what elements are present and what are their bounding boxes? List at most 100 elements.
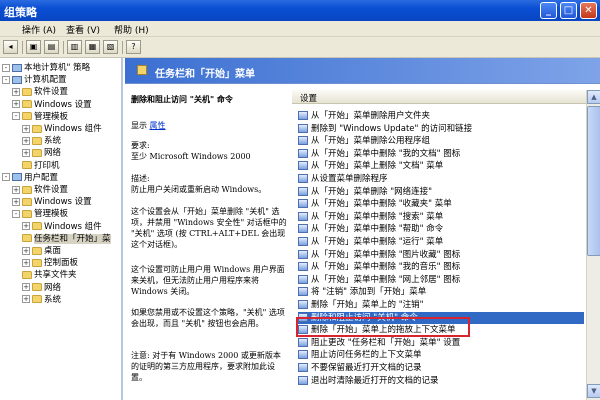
setting-row[interactable]: 从「开始」菜单删除用户文件夹	[298, 110, 584, 122]
back-icon[interactable]: ◂	[3, 40, 18, 54]
tree-item[interactable]: 打印机	[22, 160, 60, 172]
setting-row[interactable]: 从「开始」菜单中删除 "图片收藏" 图标	[298, 249, 584, 261]
tree-item[interactable]: + 网络	[22, 147, 61, 159]
expand-icon[interactable]: +	[22, 136, 30, 145]
policy-setting-icon	[298, 186, 308, 196]
setting-label: 将 "注销" 添加到「开始」菜单	[311, 287, 427, 298]
setting-row[interactable]: 从「开始」菜单上删除 "文档" 菜单	[298, 160, 584, 172]
tree-item[interactable]: + 系统	[22, 294, 61, 306]
tree-item[interactable]: 共享文件夹	[22, 269, 77, 281]
toolbar-separator	[63, 41, 64, 54]
properties-icon[interactable]: ▥	[67, 40, 82, 54]
scroll-up-icon[interactable]: ▲	[587, 90, 600, 104]
show-tree-icon[interactable]: ▤	[44, 40, 59, 54]
expand-icon[interactable]: +	[22, 246, 30, 255]
tree-item[interactable]: + 控制面板	[22, 257, 78, 269]
scroll-thumb[interactable]	[587, 106, 600, 256]
setting-row[interactable]: 从「开始」菜单中删除 "运行" 菜单	[298, 236, 584, 248]
setting-row[interactable]: 退出时清除最近打开的文档的记录	[298, 375, 584, 387]
menu-help[interactable]: 帮助 (H)	[114, 23, 149, 36]
annotation-highlight-box	[296, 317, 470, 337]
expand-icon[interactable]: +	[22, 295, 30, 304]
tree-item[interactable]: + 软件设置	[12, 184, 68, 196]
setting-label: 从「开始」菜单删除 "网络连接"	[311, 186, 433, 197]
close-button[interactable]: ✕	[580, 2, 597, 19]
setting-row[interactable]: 从「开始」菜单中删除 "我的文档" 图标	[298, 148, 584, 160]
policy-tree: - 本地计算机" 策略 - 计算机配置 + 软件设置 + Windows 设置 - 管理模板 + Wi…	[0, 58, 123, 400]
tree-item[interactable]: + Windows 设置	[12, 99, 92, 111]
setting-label: 从「开始」菜单中删除 "运行" 菜单	[311, 237, 444, 247]
policy-setting-icon	[298, 211, 308, 221]
setting-row[interactable]: 删除到 "Windows Update" 的访问和链接	[298, 123, 584, 135]
expand-icon[interactable]: +	[12, 87, 20, 96]
collapse-icon[interactable]: -	[12, 112, 20, 121]
setting-label: 从「开始」菜单中删除 "我的音乐" 图标	[311, 262, 461, 273]
setting-label: 从「开始」菜单上删除 "文档" 菜单	[311, 161, 444, 172]
list-scrollbar[interactable]: ▲ ▼	[586, 90, 600, 400]
setting-row[interactable]: 阻止访问任务栏的上下文菜单	[298, 349, 584, 361]
properties-link[interactable]: 属性	[150, 121, 166, 130]
menu-action[interactable]: 操作 (A)	[22, 23, 56, 36]
expand-icon[interactable]: +	[12, 100, 20, 109]
minimize-button[interactable]: _	[540, 2, 557, 19]
tree-item[interactable]: - 管理模板	[12, 208, 68, 220]
tree-item-label: 管理模板	[34, 209, 69, 220]
tree-item[interactable]: - 管理模板	[12, 111, 68, 123]
toolbar-separator	[122, 41, 123, 54]
tree-item[interactable]: + 软件设置	[12, 86, 68, 98]
expand-icon[interactable]: +	[22, 283, 30, 292]
tree-item-label: 打印机	[34, 160, 60, 171]
setting-row[interactable]: 从「开始」菜单中删除 "收藏夹" 菜单	[298, 198, 584, 210]
expand-icon[interactable]: +	[12, 197, 20, 206]
tree-item-label: 计算机配置	[24, 75, 67, 86]
setting-row[interactable]: 从「开始」菜单删除 "网络连接"	[298, 186, 584, 198]
setting-row[interactable]: 从设置菜单删除程序	[298, 173, 584, 185]
tree-item[interactable]: + 网络	[22, 282, 61, 294]
tree-item[interactable]: - 用户配置	[2, 172, 58, 184]
collapse-icon[interactable]: -	[12, 209, 20, 218]
folder-icon	[32, 148, 42, 157]
scroll-down-icon[interactable]: ▼	[587, 384, 600, 398]
setting-row[interactable]: 从「开始」菜单中删除 "我的音乐" 图标	[298, 261, 584, 273]
setting-row[interactable]: 从「开始」菜单删除公用程序组	[298, 135, 584, 147]
setting-row[interactable]: 阻止更改 "任务栏和「开始」菜单" 设置	[298, 337, 584, 349]
tree-item[interactable]: - 计算机配置	[2, 74, 67, 86]
tree-item-label: 控制面板	[44, 258, 79, 269]
tree-item[interactable]: + Windows 组件	[22, 221, 102, 233]
folder-icon	[22, 185, 32, 194]
export-icon[interactable]: ▧	[103, 40, 118, 54]
setting-row[interactable]: 从「开始」菜单中删除 "网上邻居" 图标	[298, 274, 584, 286]
tree-item[interactable]: + 桌面	[22, 245, 61, 257]
tree-item-label: 网络	[44, 282, 62, 293]
expand-icon[interactable]: +	[12, 185, 20, 194]
collapse-icon[interactable]: -	[2, 173, 10, 182]
refresh-icon[interactable]: ▦	[85, 40, 100, 54]
up-folder-icon[interactable]: ▣	[26, 40, 41, 54]
title-bar: 组策略 _ □ ✕	[0, 0, 600, 21]
setting-row[interactable]: 删除「开始」菜单上的 "注销"	[298, 299, 584, 311]
tree-item[interactable]: + Windows 组件	[22, 123, 102, 135]
expand-icon[interactable]: +	[22, 222, 30, 231]
help-icon[interactable]: ?	[126, 40, 141, 54]
folder-icon	[32, 246, 42, 255]
tree-item-label: 软件设置	[34, 185, 69, 195]
tree-item-label: 管理模板	[34, 111, 69, 122]
tree-item[interactable]: - 本地计算机" 策略	[2, 62, 90, 74]
setting-row[interactable]: 从「开始」菜单中删除 "搜索" 菜单	[298, 211, 584, 223]
collapse-icon[interactable]: -	[2, 63, 10, 72]
column-header-setting[interactable]: 设置	[292, 90, 586, 104]
pane-header: 任务栏和「开始」菜单	[125, 58, 600, 84]
tree-item[interactable]: + 系统	[22, 135, 61, 147]
maximize-button[interactable]: □	[560, 2, 577, 19]
expand-icon[interactable]: +	[22, 124, 30, 133]
setting-row[interactable]: 从「开始」菜单中删除 "帮助" 命令	[298, 223, 584, 235]
tree-item[interactable]: + Windows 设置	[12, 196, 92, 208]
tree-item-label: 任务栏和「开始」菜	[34, 233, 111, 244]
collapse-icon[interactable]: -	[2, 75, 10, 84]
expand-icon[interactable]: +	[22, 258, 30, 267]
setting-row[interactable]: 不要保留最近打开文档的记录	[298, 362, 584, 374]
setting-row[interactable]: 将 "注销" 添加到「开始」菜单	[298, 286, 584, 298]
expand-icon[interactable]: +	[22, 148, 30, 157]
tree-item[interactable]: 任务栏和「开始」菜	[22, 233, 111, 245]
menu-view[interactable]: 查看 (V)	[66, 23, 100, 36]
